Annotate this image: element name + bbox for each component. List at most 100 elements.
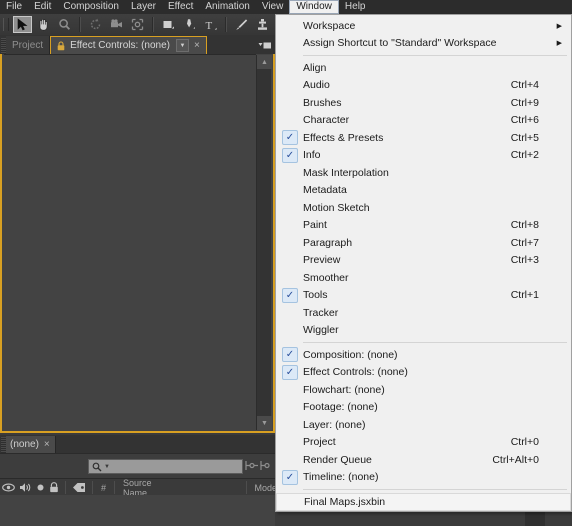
menu-item-project[interactable]: Project Ctrl+0 (276, 434, 571, 452)
menu-item-paragraph[interactable]: Paragraph Ctrl+7 (276, 234, 571, 252)
menu-item-shortcut: Ctrl+3 (510, 254, 539, 267)
zoom-tool[interactable] (55, 16, 74, 33)
menu-item-workspace[interactable]: Workspace ▶ (276, 17, 571, 35)
menu-item-label: Metadata (303, 184, 347, 197)
menu-item-composition[interactable]: ✓ Composition: (none) (276, 346, 571, 364)
header-separator-3 (114, 481, 116, 494)
chevron-down-icon[interactable]: ▼ (176, 39, 189, 52)
audio-icon[interactable] (19, 482, 32, 493)
menu-layer[interactable]: Layer (125, 0, 162, 14)
menu-item-mask-interpolation[interactable]: Mask Interpolation (276, 164, 571, 182)
search-dropdown-icon[interactable]: ▼ (104, 464, 110, 470)
menu-item-character[interactable]: Character Ctrl+6 (276, 112, 571, 130)
menu-item-flowchart[interactable]: Flowchart: (none) (276, 381, 571, 399)
tab-effect-controls[interactable]: Effect Controls: (none) ▼ × (50, 36, 207, 54)
menu-help[interactable]: Help (339, 0, 372, 14)
timeline-toggle-icons[interactable] (245, 460, 271, 471)
menu-edit[interactable]: Edit (28, 0, 57, 14)
menu-animation[interactable]: Animation (199, 0, 255, 14)
menu-item-effects-and-presets[interactable]: ✓ Effects & Presets Ctrl+5 (276, 129, 571, 147)
panel-menu-icon[interactable] (255, 36, 275, 54)
tab-timeline[interactable]: (none) × (6, 436, 56, 453)
menu-item-smoother[interactable]: Smoother (276, 269, 571, 287)
eye-icon[interactable] (2, 483, 15, 492)
label-tag-icon[interactable] (72, 482, 86, 493)
hand-tool[interactable] (34, 16, 53, 33)
checkmark-icon: ✓ (282, 147, 298, 163)
selection-tool[interactable] (13, 16, 32, 33)
tab-project[interactable]: Project (6, 36, 51, 54)
menu-item-shortcut: Ctrl+2 (510, 149, 539, 162)
effect-controls-content[interactable] (4, 54, 256, 431)
menu-item-info[interactable]: ✓ Info Ctrl+2 (276, 147, 571, 165)
menu-item-tracker[interactable]: Tracker (276, 304, 571, 322)
menu-item-brushes[interactable]: Brushes Ctrl+9 (276, 94, 571, 112)
menu-file[interactable]: File (0, 0, 28, 14)
window-menu-dropdown: Workspace ▶ Assign Shortcut to "Standard… (275, 14, 572, 512)
scroll-up-arrow[interactable]: ▲ (257, 55, 272, 69)
menu-window[interactable]: Window (289, 0, 339, 14)
checkmark-icon: ✓ (282, 469, 298, 485)
text-tool[interactable]: T (201, 16, 220, 33)
solo-icon[interactable] (36, 483, 45, 492)
header-separator-4 (245, 481, 247, 494)
shape-tool[interactable] (159, 16, 178, 33)
header-separator-2 (92, 481, 93, 494)
tab-project-label: Project (12, 39, 44, 51)
menu-effect[interactable]: Effect (162, 0, 199, 14)
menu-item-label: Timeline: (none) (303, 471, 379, 484)
lock-icon[interactable] (57, 40, 65, 51)
search-input[interactable]: ▼ (88, 459, 243, 474)
pan-behind-tool[interactable] (128, 16, 147, 33)
menu-item-label: Final Maps.jsxbin (304, 496, 386, 508)
menu-item-motion-sketch[interactable]: Motion Sketch (276, 199, 571, 217)
column-header-index[interactable]: # (97, 483, 110, 493)
menu-item-audio[interactable]: Audio Ctrl+4 (276, 77, 571, 95)
rotation-tool[interactable] (86, 16, 105, 33)
pen-tool[interactable] (180, 16, 199, 33)
menu-item-label: Paragraph (303, 236, 353, 249)
menu-item-footage[interactable]: Footage: (none) (276, 399, 571, 417)
menu-item-final-maps-script[interactable]: Final Maps.jsxbin (276, 493, 571, 511)
close-icon[interactable]: × (194, 40, 200, 51)
timeline-close-icon[interactable]: × (44, 439, 50, 450)
menu-item-tools[interactable]: ✓ Tools Ctrl+1 (276, 287, 571, 305)
menu-item-timeline[interactable]: ✓ Timeline: (none) (276, 469, 571, 487)
menu-item-label: Effect Controls: (none) (303, 366, 408, 379)
header-separator-1 (65, 481, 66, 494)
menu-item-effect-controls[interactable]: ✓ Effect Controls: (none) (276, 364, 571, 382)
clone-stamp-tool[interactable] (253, 16, 272, 33)
menu-item-assign-shortcut[interactable]: Assign Shortcut to "Standard" Workspace … (276, 35, 571, 53)
menu-item-metadata[interactable]: Metadata (276, 182, 571, 200)
camera-tool[interactable] (107, 16, 126, 33)
tab-timeline-label: (none) (10, 439, 39, 450)
menu-item-shortcut: Ctrl+Alt+0 (492, 453, 539, 466)
menu-separator-2 (303, 342, 567, 343)
menu-separator-3 (303, 489, 567, 490)
search-icon (92, 462, 102, 472)
vertical-scrollbar[interactable]: ▲ ▼ (256, 55, 272, 430)
menu-item-label: Assign Shortcut to "Standard" Workspace (303, 37, 497, 50)
menu-item-label: Composition: (none) (303, 348, 398, 361)
menu-item-paint[interactable]: Paint Ctrl+8 (276, 217, 571, 235)
tab-effect-controls-label: Effect Controls: (none) (70, 40, 170, 51)
timeline-search-row: ▼ (0, 453, 275, 479)
menu-item-wiggler[interactable]: Wiggler (276, 322, 571, 340)
submenu-arrow-icon: ▶ (556, 40, 562, 48)
menu-item-layer[interactable]: Layer: (none) (276, 416, 571, 434)
menu-item-preview[interactable]: Preview Ctrl+3 (276, 252, 571, 270)
timeline-layer-list[interactable] (0, 495, 275, 526)
menu-item-label: Motion Sketch (303, 201, 370, 214)
menu-item-align[interactable]: Align (276, 59, 571, 77)
toolbar-grip[interactable] (3, 18, 9, 31)
layer-lock-icon[interactable] (49, 482, 59, 493)
menu-view[interactable]: View (256, 0, 290, 14)
menu-item-render-queue[interactable]: Render Queue Ctrl+Alt+0 (276, 451, 571, 469)
menu-item-label: Effects & Presets (303, 131, 384, 144)
scroll-down-arrow[interactable]: ▼ (257, 416, 272, 430)
toolbar-separator (79, 17, 81, 32)
brush-tool[interactable] (232, 16, 251, 33)
menu-composition[interactable]: Composition (57, 0, 125, 14)
scrollbar-track[interactable] (257, 69, 271, 416)
effect-controls-panel: ▲ ▼ (0, 54, 275, 433)
